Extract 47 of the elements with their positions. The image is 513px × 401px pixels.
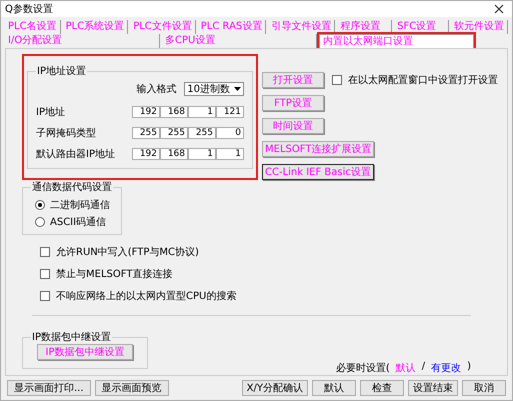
footer-button[interactable]: 显示画面打印... [7, 380, 91, 396]
legend-default: 默认 [396, 362, 416, 375]
octet-field[interactable]: 121 [216, 106, 244, 118]
legend-text: 必要时设置( [336, 362, 390, 375]
octet-field[interactable]: 1 [188, 106, 216, 118]
checkbox-label: 不响应网络上的以太网内置型CPU的搜索 [56, 290, 236, 303]
octet-field[interactable]: 255 [188, 126, 216, 138]
format-label: 输入格式 [136, 82, 176, 96]
octet-field[interactable]: 192 [132, 106, 160, 118]
close-icon[interactable] [494, 4, 504, 14]
field-label: 子网掩码类型 [36, 126, 96, 140]
radio-label: 二进制码通信 [50, 198, 110, 212]
radio-label: ASCII码通信 [50, 216, 106, 228]
radio-button[interactable] [35, 200, 45, 210]
octet-field[interactable]: 255 [132, 126, 160, 138]
group-title: IP地址设置 [36, 64, 87, 78]
checkbox-label: 在以太网配置窗口中设置打开设置 [348, 74, 498, 87]
checkbox[interactable] [40, 291, 50, 301]
field-label: IP地址 [36, 106, 65, 118]
legend-separator: / [422, 361, 426, 374]
octet-field[interactable]: 0 [216, 126, 244, 138]
format-dropdown[interactable]: 10进制数 [184, 82, 244, 96]
field-label: 默认路由器IP地址 [36, 148, 115, 160]
caret-icon [234, 87, 241, 91]
octet-field[interactable]: 255 [160, 126, 188, 138]
group-title: IP数据包中继设置 [31, 330, 112, 344]
footer-button[interactable]: 取消 [462, 380, 506, 396]
group-title: 通信数据代码设置 [31, 180, 113, 194]
footer-button[interactable]: 设置结束 [408, 380, 458, 396]
footer-button[interactable]: 默认 [312, 380, 356, 396]
checkbox[interactable] [332, 75, 342, 85]
window-title: Q参数设置 [5, 2, 53, 16]
checkbox[interactable] [40, 269, 50, 279]
octet-field[interactable]: 1 [216, 148, 244, 160]
checkbox-label: 禁止与MELSOFT直接连接 [56, 268, 172, 281]
octet-field[interactable]: 1 [188, 148, 216, 160]
octet-field[interactable]: 168 [160, 148, 188, 160]
radio-button[interactable] [35, 216, 45, 226]
legend-changed: 有更改 [431, 362, 462, 375]
checkbox-label: 允许RUN中写入(FTP与MC协议) [56, 246, 199, 259]
octet-field[interactable]: 192 [132, 148, 160, 160]
checkbox[interactable] [40, 247, 50, 257]
footer-button[interactable]: 显示画面预览 [94, 380, 169, 396]
footer-button[interactable]: 检查 [360, 380, 404, 396]
legend-text: ) [467, 361, 471, 374]
octet-field[interactable]: 168 [160, 106, 188, 118]
footer-button[interactable]: X/Y分配确认 [242, 380, 308, 396]
